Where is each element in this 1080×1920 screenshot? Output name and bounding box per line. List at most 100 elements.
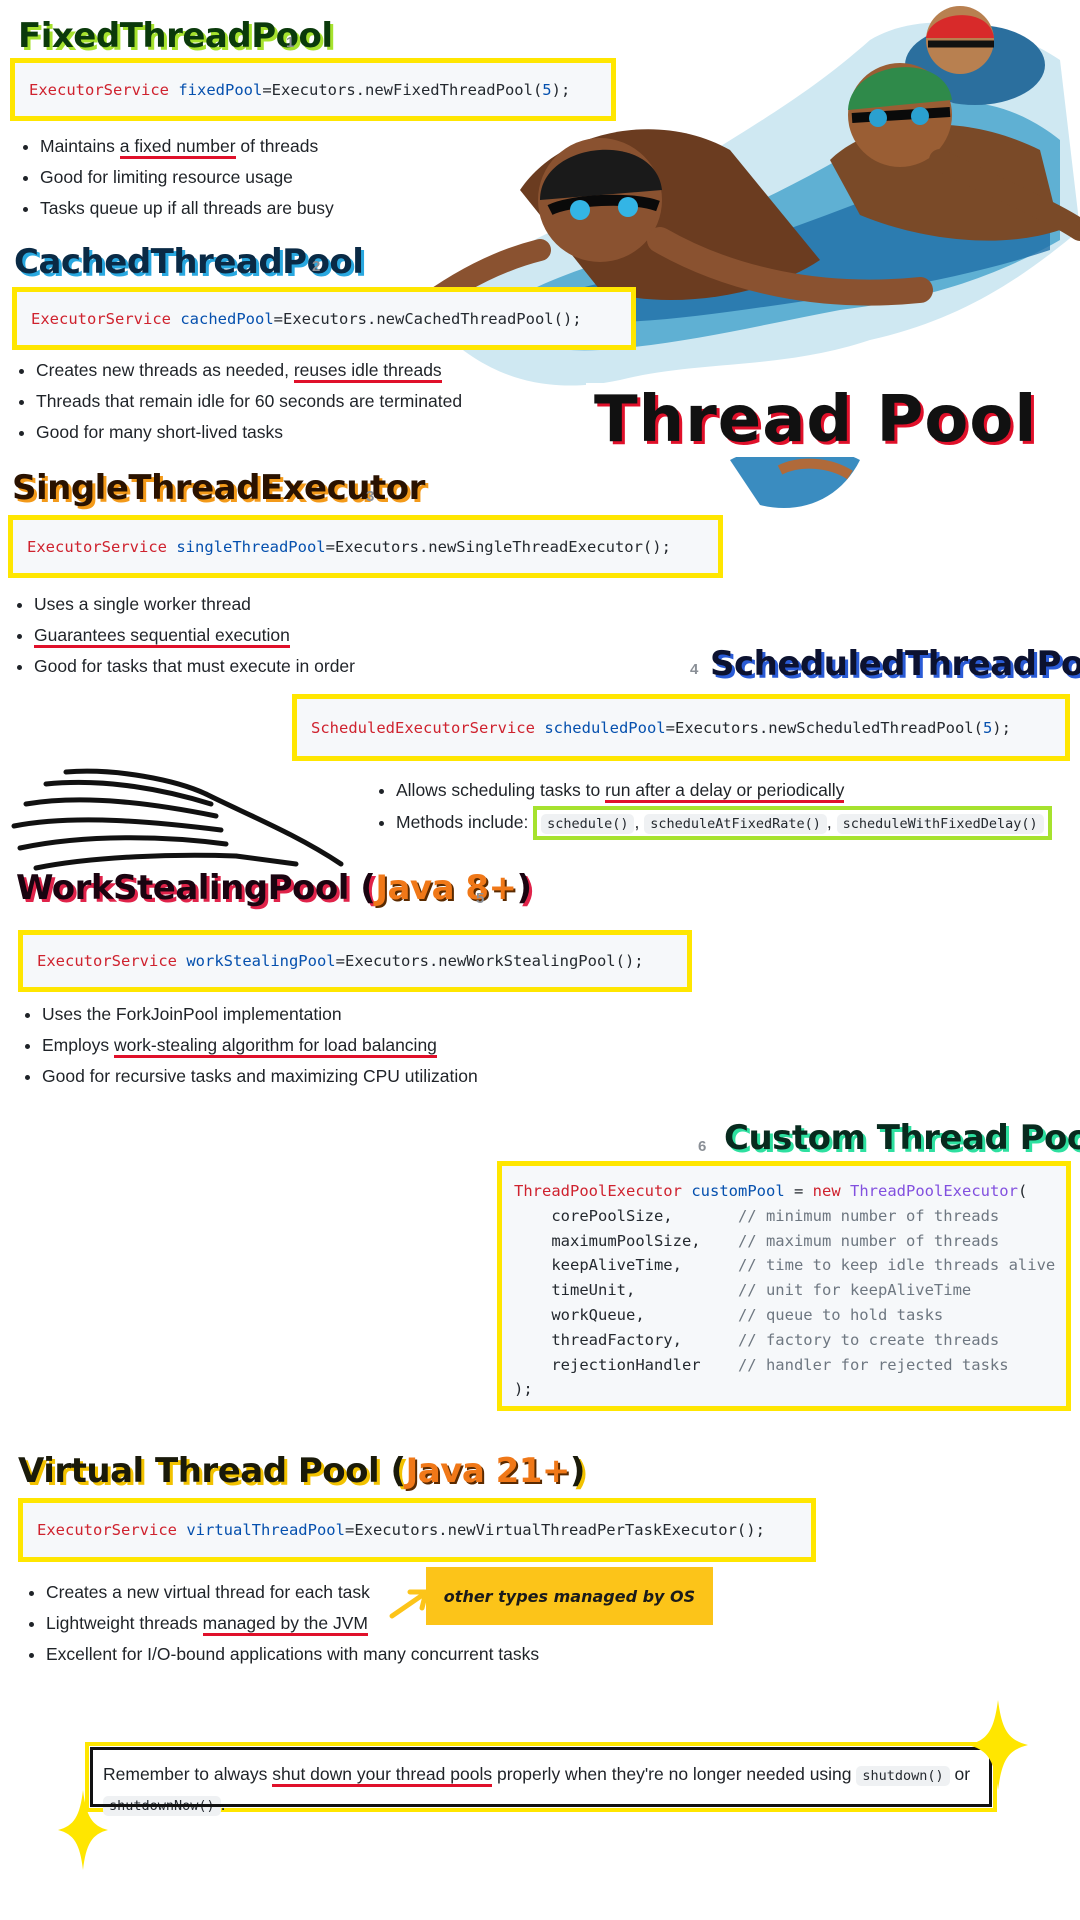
list-item: Allows scheduling tasks to run after a d… [396,774,1052,806]
code-type: ScheduledExecutorService [311,718,535,737]
code-call: Executors.newSingleThreadExecutor(); [334,537,671,556]
virtual-title: Virtual Thread Pool (Java 21+) [18,1451,585,1491]
custom-code: ThreadPoolExecutor customPool = new Thre… [497,1161,1071,1411]
code-eq: = [273,309,283,328]
code-eq: = [325,537,335,556]
code-var: scheduledPool [544,718,666,737]
param-name: workQueue, [514,1305,738,1324]
highlight-text: work-stealing algorithm for load balanci… [113,1035,437,1058]
code-type: ExecutorService [37,952,177,970]
worksteal-code: ExecutorService workStealingPool = Execu… [18,930,692,992]
param-name: timeUnit, [514,1281,738,1300]
code-param-line: corePoolSize, // minimum number of threa… [514,1207,999,1225]
code-type: ThreadPoolExecutor [514,1182,682,1200]
custom-number: 6 [698,1138,707,1155]
highlight-text: shut down your thread pools [272,1764,493,1787]
java-version: Java 8+ [375,868,517,908]
method-fixed-delay: scheduleWithFixedDelay() [836,814,1044,834]
param-comment: // maximum number of threads [737,1231,1000,1250]
text: Creates new threads as needed, [36,360,294,380]
code-type: ExecutorService [29,80,169,99]
param-comment: // factory to create threads [737,1330,1000,1349]
cached-code: ExecutorService cachedPool = Executors.n… [12,287,636,350]
list-item: Good for tasks that must execute in orde… [34,651,355,682]
list-item: Creates new threads as needed, reuses id… [36,355,462,386]
scheduled-bullets: Allows scheduling tasks to run after a d… [374,774,1052,840]
list-item: Good for recursive tasks and maximizing … [42,1061,478,1092]
shutdown-code: shutdown() [856,1766,950,1786]
cached-bullets: Creates new threads as needed, reuses id… [14,355,469,448]
paren: ) [516,868,533,908]
text: Employs [42,1035,114,1055]
arrow-icon [389,1589,429,1619]
list-item: Good for limiting resource usage [40,162,334,193]
worksteal-bullets: Uses the ForkJoinPool implementation Emp… [20,999,478,1092]
param-comment: // unit for keepAliveTime [737,1281,972,1300]
java-version: Java 21+ [405,1451,571,1491]
code-eq: = [344,1521,355,1539]
code-eq: = [665,718,675,737]
code-param-line: workQueue, // queue to hold tasks [514,1306,943,1324]
title-text: Virtual Thread Pool [18,1451,380,1491]
param-name: rejectionHandler [514,1355,738,1374]
title-text: WorkStealingPool [16,868,349,908]
method-fixed-rate: scheduleAtFixedRate() [644,814,827,834]
hand-sketch-icon [11,768,344,871]
code-call: Executors.newFixedThreadPool( [271,80,543,99]
param-comment: // queue to hold tasks [737,1305,944,1324]
code-param-line: keepAliveTime, // time to keep idle thre… [514,1256,1055,1274]
sparkle-icon [968,1700,1028,1790]
method-schedule: schedule() [541,814,635,834]
code-param-line: rejectionHandler // handler for rejected… [514,1355,1009,1374]
fixed-bullets: Maintains a fixed number of threads Good… [18,131,334,224]
param-comment: // handler for rejected tasks [737,1355,1009,1374]
hero-title: Thread Pool [586,383,1046,457]
param-name: corePoolSize, [514,1206,738,1225]
code-call: Executors.newCachedThreadPool(); [283,309,582,328]
scheduled-number: 4 [690,661,699,678]
param-name: threadFactory, [514,1330,738,1349]
code-var: workStealingPool [186,952,336,970]
methods-box: schedule(), scheduleAtFixedRate(), sched… [533,806,1052,840]
param-comment: // time to keep idle threads alive [737,1256,1056,1275]
code-open: ( [1017,1182,1028,1200]
text: Methods include: [396,812,534,832]
code-new: new [812,1182,841,1200]
list-item: Good for many short-lived tasks [36,417,462,448]
code-params: corePoolSize, // minimum number of threa… [514,1207,1055,1374]
text: Maintains [40,136,120,156]
list-item: Threads that remain idle for 60 seconds … [36,386,462,417]
fixed-number: 1 [286,34,295,51]
list-item: Employs work-stealing algorithm for load… [42,1030,478,1061]
list-item: Uses a single worker thread [34,589,355,620]
highlight-text: run after a delay or periodically [605,780,845,803]
worksteal-title: WorkStealingPool (Java 8+) [16,868,532,908]
sparkle-icon [58,1790,108,1870]
text: . [220,1794,226,1814]
param-comment: // minimum number of threads [737,1206,1000,1225]
single-code: ExecutorService singleThreadPool = Execu… [8,515,723,578]
worksteal-number: 5 [476,890,485,907]
paren: ( [379,1451,407,1491]
paren: ) [569,1451,586,1491]
text: properly when they're no longer needed u… [492,1764,857,1784]
list-item: Excellent for I/O-bound applications wit… [46,1639,539,1670]
scheduled-code: ScheduledExecutorService scheduledPool =… [292,694,1070,761]
paren: ( [348,868,376,908]
code-end: ); [551,80,571,99]
text: Allows scheduling tasks to [396,780,606,800]
os-callout: other types managed by OS [426,1567,713,1625]
highlight-text: reuses idle threads [293,360,442,383]
custom-title: Custom Thread Pools [724,1118,1080,1158]
param-name: keepAliveTime, [514,1256,738,1275]
code-type: ExecutorService [27,537,167,556]
highlight-text: managed by the JVM [202,1613,369,1636]
code-var: customPool [691,1182,785,1200]
text: Remember to always [103,1764,273,1784]
code-var: fixedPool [178,80,263,99]
text: of threads [235,136,319,156]
code-type: ExecutorService [31,309,171,328]
code-arg: 5 [982,718,993,737]
single-bullets: Uses a single worker thread Guarantees s… [12,589,355,682]
list-item: Uses the ForkJoinPool implementation [42,999,478,1030]
